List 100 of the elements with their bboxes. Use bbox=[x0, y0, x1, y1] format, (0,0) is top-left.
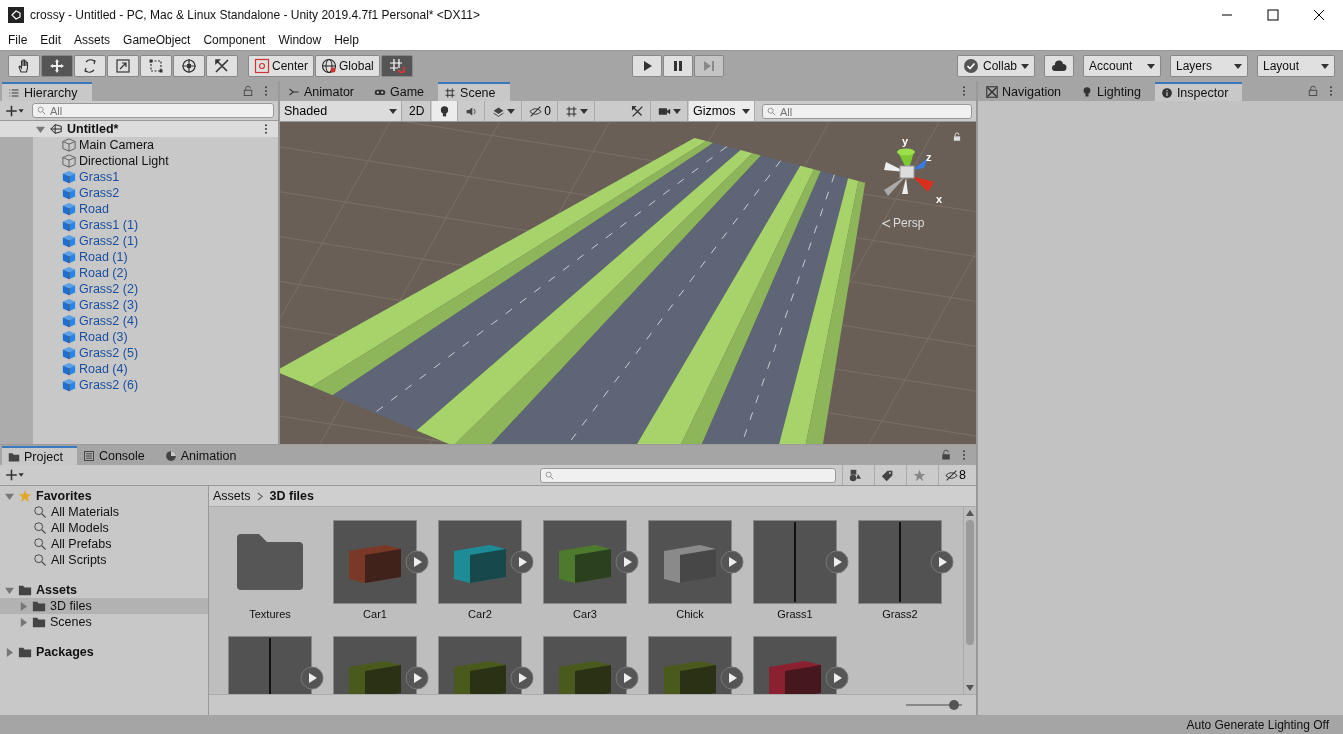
search-field[interactable]: All bbox=[32, 103, 274, 118]
breadcrumb-item[interactable]: 3D files bbox=[269, 489, 314, 503]
grid-snap-button[interactable] bbox=[380, 55, 413, 77]
maximize-icon[interactable] bbox=[1267, 9, 1279, 21]
slider-thumb[interactable] bbox=[948, 700, 959, 710]
hierarchy-item[interactable]: Grass2 (2) bbox=[79, 282, 139, 296]
scroll-down-icon[interactable] bbox=[966, 685, 974, 691]
projection-label[interactable]: Persp bbox=[882, 216, 925, 230]
tool-button[interactable] bbox=[173, 55, 205, 77]
play-circle-icon[interactable] bbox=[510, 666, 534, 690]
play-circle-icon[interactable] bbox=[825, 666, 849, 690]
tree-item[interactable]: All Materials bbox=[51, 505, 120, 519]
hierarchy-item[interactable]: Grass2 (3) bbox=[79, 298, 139, 312]
menu-item[interactable]: GameObject bbox=[123, 33, 191, 47]
hierarchy-item[interactable]: Road (4) bbox=[79, 362, 128, 376]
add-button[interactable] bbox=[4, 468, 26, 482]
tree-item[interactable]: All Scripts bbox=[51, 553, 107, 567]
tool-button[interactable] bbox=[206, 55, 238, 77]
tool-button[interactable] bbox=[8, 55, 40, 77]
scrollbar[interactable] bbox=[963, 507, 976, 694]
scroll-thumb[interactable] bbox=[966, 520, 974, 645]
hierarchy-item[interactable]: Grass2 bbox=[79, 186, 120, 200]
play-circle-icon[interactable] bbox=[720, 550, 744, 574]
expand-arrow-icon[interactable] bbox=[5, 491, 14, 501]
menu-item[interactable]: Help bbox=[334, 33, 359, 47]
menu-item[interactable]: Window bbox=[278, 33, 322, 47]
play-circle-icon[interactable] bbox=[300, 666, 324, 690]
collab-dropdown[interactable]: Collab bbox=[956, 55, 1035, 77]
hierarchy-item[interactable]: Road (3) bbox=[79, 330, 128, 344]
tree-item[interactable]: All Models bbox=[51, 521, 109, 535]
model-preview[interactable] bbox=[753, 520, 837, 604]
play-circle-icon[interactable] bbox=[615, 550, 639, 574]
panel-tab[interactable]: Game bbox=[368, 82, 439, 101]
gizmos-dropdown[interactable]: Gizmos bbox=[689, 101, 756, 121]
panel-tab[interactable]: Project bbox=[2, 446, 77, 465]
hierarchy-item[interactable]: Grass2 (4) bbox=[79, 314, 139, 328]
tree-item[interactable]: All Prefabs bbox=[51, 537, 112, 551]
folder-icon[interactable] bbox=[237, 534, 303, 590]
model-preview[interactable] bbox=[333, 520, 417, 604]
hierarchy-item[interactable]: Directional Light bbox=[79, 154, 169, 168]
toolbar-dropdown[interactable]: Layers bbox=[1170, 55, 1248, 77]
model-preview[interactable] bbox=[543, 520, 627, 604]
hierarchy-item[interactable]: Grass2 (1) bbox=[79, 234, 139, 248]
zoom-slider[interactable] bbox=[906, 699, 962, 711]
play-circle-icon[interactable] bbox=[405, 666, 429, 690]
panel-tab[interactable]: Animator bbox=[282, 82, 369, 101]
play-circle-icon[interactable] bbox=[720, 666, 744, 690]
pivot-button[interactable]: Center bbox=[248, 55, 315, 77]
hierarchy-item[interactable]: Road bbox=[79, 202, 109, 216]
menu-item[interactable]: Assets bbox=[74, 33, 111, 47]
tree-item[interactable]: 3D files bbox=[50, 599, 92, 613]
play-circle-icon[interactable] bbox=[510, 550, 534, 574]
lock-icon[interactable] bbox=[1307, 85, 1319, 97]
tree-item[interactable]: Favorites bbox=[36, 489, 92, 503]
model-preview[interactable] bbox=[858, 520, 942, 604]
space-button[interactable]: Global bbox=[315, 55, 380, 77]
hierarchy-item[interactable]: Road (1) bbox=[79, 250, 128, 264]
add-button[interactable] bbox=[4, 103, 26, 118]
menu-item[interactable]: Edit bbox=[40, 33, 62, 47]
expand-arrow-icon[interactable] bbox=[5, 585, 14, 595]
panel-tab[interactable]: Navigation bbox=[980, 82, 1076, 101]
scene-viewport-drawing[interactable] bbox=[280, 122, 976, 444]
hierarchy-item[interactable]: Road (2) bbox=[79, 266, 128, 280]
panel-tab[interactable]: Animation bbox=[158, 446, 251, 465]
toolbar-dropdown[interactable]: Account bbox=[1083, 55, 1161, 77]
play-circle-icon[interactable] bbox=[930, 550, 954, 574]
menu-item[interactable]: Component bbox=[203, 33, 266, 47]
hierarchy-tab[interactable]: Hierarchy bbox=[2, 82, 92, 101]
expand-arrow-icon[interactable] bbox=[5, 647, 14, 657]
orientation-gizmo-drawing[interactable]: y z x bbox=[868, 132, 948, 212]
play-circle-icon[interactable] bbox=[825, 550, 849, 574]
lighting-toggle[interactable] bbox=[432, 101, 459, 121]
tree-item[interactable]: Scenes bbox=[50, 615, 92, 629]
lock-icon[interactable] bbox=[952, 132, 962, 142]
expand-arrow-icon[interactable] bbox=[36, 124, 45, 134]
panel-tab[interactable]: Inspector bbox=[1154, 82, 1243, 101]
cloud-button[interactable] bbox=[1044, 55, 1074, 77]
scene-search-field[interactable]: All bbox=[762, 104, 972, 119]
panel-tab[interactable]: Scene bbox=[438, 82, 510, 101]
play-circle-icon[interactable] bbox=[615, 666, 639, 690]
hierarchy-item[interactable]: Grass2 (5) bbox=[79, 346, 139, 360]
hierarchy-item[interactable]: Grass1 (1) bbox=[79, 218, 139, 232]
tool-button[interactable] bbox=[41, 55, 73, 77]
hierarchy-item[interactable]: Main Camera bbox=[79, 138, 155, 152]
hierarchy-item[interactable]: Grass2 (6) bbox=[79, 378, 139, 392]
hierarchy-item[interactable]: Grass1 bbox=[79, 170, 120, 184]
hidden-packages-button[interactable]: 8 bbox=[938, 465, 972, 485]
project-search-field[interactable] bbox=[540, 467, 837, 483]
tool-button[interactable] bbox=[74, 55, 106, 77]
tree-item[interactable]: Packages bbox=[36, 645, 94, 659]
close-icon[interactable] bbox=[1313, 9, 1325, 21]
panel-tab[interactable]: Lighting bbox=[1075, 82, 1155, 101]
tree-item[interactable]: Assets bbox=[36, 583, 77, 597]
play-circle-icon[interactable] bbox=[405, 550, 429, 574]
model-preview[interactable] bbox=[648, 520, 732, 604]
scroll-up-icon[interactable] bbox=[966, 510, 974, 516]
expand-arrow-icon[interactable] bbox=[19, 617, 28, 627]
scene-row[interactable]: Untitled* bbox=[0, 121, 278, 137]
pause-button[interactable] bbox=[662, 55, 693, 77]
lock-icon[interactable] bbox=[242, 85, 254, 97]
